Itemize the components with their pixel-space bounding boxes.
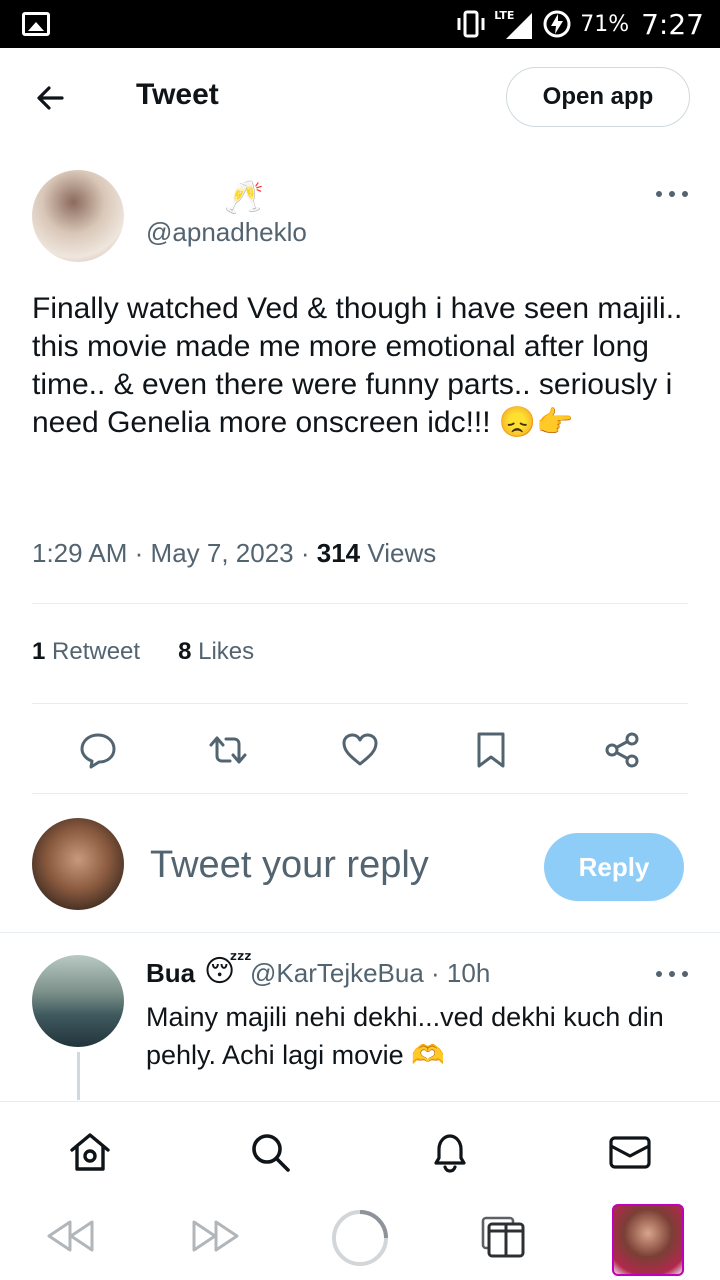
fast-forward-icon[interactable] [190, 1214, 242, 1258]
reply-author-emoji: 😴 [204, 954, 253, 989]
divider [32, 703, 688, 704]
bookmark-icon[interactable] [471, 730, 511, 770]
tweet-actions [0, 722, 720, 778]
author-avatar[interactable] [32, 170, 124, 262]
vibrate-icon [457, 10, 485, 38]
messages-mail-icon[interactable] [608, 1130, 652, 1174]
profile-thumbnail[interactable] [612, 1204, 684, 1276]
retweet-icon[interactable] [208, 730, 248, 770]
more-options-icon[interactable] [656, 191, 688, 201]
likes-count: 8 [178, 638, 192, 665]
clock: 7:27 [641, 7, 704, 41]
open-app-button[interactable]: Open app [506, 67, 690, 127]
tweet-time: 1:29 AM [32, 538, 128, 568]
meta-separator: · [134, 538, 151, 568]
image-notification-icon [22, 12, 50, 36]
retweets-count: 1 [32, 638, 46, 665]
retweets-stat[interactable]: 1 Retweet [32, 638, 140, 666]
bottom-navigation [0, 1102, 720, 1194]
share-icon[interactable] [602, 730, 642, 770]
tweet-date: May 7, 2023 [150, 538, 294, 568]
author-handle[interactable]: @apnadheklo [146, 217, 307, 248]
battery-percentage: 71% [580, 11, 630, 37]
reply-input[interactable]: Tweet your reply [150, 844, 429, 887]
views-label: Views [367, 538, 437, 568]
tabs-icon[interactable] [480, 1214, 532, 1258]
author-display-name-emoji[interactable]: 🥂 [224, 178, 264, 216]
reply-author-name[interactable]: Bua [146, 958, 195, 989]
notifications-bell-icon[interactable] [428, 1130, 472, 1174]
network-type: LTE [494, 9, 515, 22]
meta-separator: · [300, 538, 317, 568]
likes-stat[interactable]: 8 Likes [178, 638, 254, 666]
reply-icon[interactable] [78, 730, 118, 770]
page-header: Tweet Open app [0, 48, 720, 148]
signal-icon: LTE [494, 9, 534, 39]
tweet-text: Finally watched Ved & though i have seen… [32, 292, 683, 439]
divider [32, 793, 688, 794]
loading-spinner-icon[interactable] [330, 1208, 390, 1268]
search-icon[interactable] [248, 1130, 292, 1174]
reply-author-avatar[interactable] [32, 955, 124, 1047]
likes-label: Likes [198, 638, 255, 665]
page-title: Tweet [136, 78, 219, 111]
retweets-label: Retweet [52, 638, 141, 665]
battery-charging-icon [543, 10, 571, 38]
tweet-meta: 1:29 AM · May 7, 2023 · 314 Views [32, 538, 436, 569]
thread-line [77, 1052, 80, 1100]
tweet-stats: 1 Retweet 8 Likes [32, 638, 254, 666]
rewind-back-icon[interactable] [44, 1214, 96, 1258]
divider [0, 932, 720, 933]
system-status-bar: LTE 71% 7:27 [0, 0, 720, 48]
current-user-avatar [32, 818, 124, 910]
divider [32, 603, 688, 604]
reply-author-handle-time[interactable]: @KarTejkeBua · 10h [250, 958, 490, 989]
more-options-icon[interactable] [656, 971, 688, 981]
views-count: 314 [316, 538, 361, 568]
reply-text: Mainy majili nehi dekhi...ved dekhi kuch… [146, 1002, 664, 1070]
like-heart-icon[interactable] [340, 730, 380, 770]
back-arrow-icon[interactable] [32, 80, 68, 116]
home-icon[interactable] [68, 1130, 112, 1174]
reply-button[interactable]: Reply [544, 833, 684, 901]
